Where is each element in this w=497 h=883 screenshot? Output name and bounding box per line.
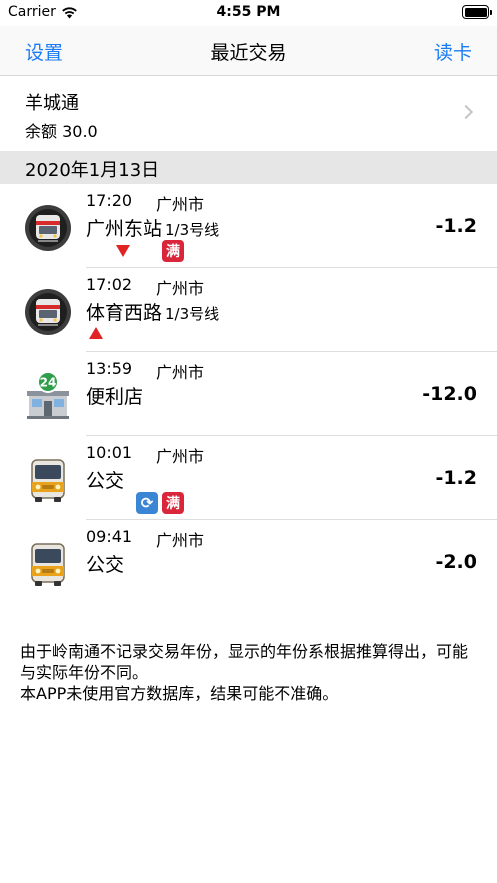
transaction-row[interactable]: 09:41 广州市 公交 -2.0 (0, 520, 497, 604)
bus-icon (23, 539, 73, 589)
disclaimer-line-1: 由于岭南通不记录交易年份，显示的年份系根据推算得出，可能与实际年份不同。 (20, 642, 469, 682)
transaction-row[interactable]: 10:01 广州市 公交 -1.2 ⟳ 满 (0, 436, 497, 520)
transaction-city: 广州市 (156, 195, 205, 214)
transaction-time: 10:01 (86, 443, 133, 462)
transaction-line: 1/3号线 (165, 305, 220, 323)
transaction-list: 17:20 广州市 广州东站 1/3号线 -1.2 满 17:02 广州市 体育… (0, 184, 497, 604)
transaction-title: 便利店 (86, 382, 143, 409)
transaction-time: 17:02 (86, 275, 133, 294)
transaction-amount: -12.0 (422, 383, 477, 405)
full-badge: 满 (162, 492, 184, 514)
page-title: 最近交易 (210, 42, 287, 64)
read-card-button[interactable]: 读卡 (434, 38, 472, 65)
transaction-station: 公交 (86, 470, 125, 492)
transaction-amount: -1.2 (435, 467, 477, 489)
chevron-right-icon (458, 104, 474, 120)
transaction-city: 广州市 (156, 279, 205, 298)
transaction-row[interactable]: 24 13:59 广州市 便利店 -12.0 (0, 352, 497, 436)
status-time: 4:55 PM (216, 4, 281, 20)
section-date-label: 2020年1月13日 (25, 160, 160, 181)
disclaimer-line-2: 本APP未使用官方数据库，结果可能不准确。 (20, 684, 339, 703)
card-summary-row[interactable]: 羊城通 余额 30.0 (0, 77, 497, 151)
section-header-date: 2020年1月13日 (0, 151, 497, 184)
convenience-store-icon: 24 (23, 371, 73, 421)
transaction-city: 广州市 (156, 363, 205, 382)
transaction-station: 广州东站 (86, 218, 163, 240)
transaction-title: 体育西路 1/3号线 (86, 298, 219, 325)
battery-icon (462, 5, 492, 19)
card-name: 羊城通 (25, 93, 79, 114)
disclaimer-note: 由于岭南通不记录交易年份，显示的年份系根据推算得出，可能与实际年份不同。 本AP… (20, 641, 477, 704)
transaction-station: 公交 (86, 554, 125, 576)
transaction-badges: ⟳ 满 (86, 492, 206, 514)
transaction-city: 广州市 (156, 447, 205, 466)
metro-icon (23, 287, 73, 337)
transaction-badges: 满 (86, 240, 206, 262)
store-24-label: 24 (40, 376, 57, 390)
transaction-city: 广州市 (156, 531, 205, 550)
transaction-amount: -1.2 (435, 215, 477, 237)
transfer-icon: ⟳ (136, 492, 158, 514)
transaction-amount: -2.0 (435, 551, 477, 573)
bus-icon (23, 455, 73, 505)
card-balance: 余额 30.0 (25, 122, 98, 141)
exit-arrow-down-icon (116, 245, 130, 257)
transaction-time: 13:59 (86, 359, 133, 378)
transaction-station: 体育西路 (86, 302, 163, 324)
full-badge: 满 (162, 240, 184, 262)
transaction-title: 广州东站 1/3号线 (86, 214, 219, 241)
transaction-badges (86, 324, 206, 344)
status-bar: Carrier 4:55 PM (0, 0, 497, 26)
transaction-time: 17:20 (86, 191, 133, 210)
transaction-title: 公交 (86, 466, 124, 493)
battery-level (464, 7, 487, 17)
transaction-time: 09:41 (86, 527, 133, 546)
metro-icon (23, 203, 73, 253)
transaction-row[interactable]: 17:20 广州市 广州东站 1/3号线 -1.2 满 (0, 184, 497, 268)
entry-arrow-up-icon (89, 327, 103, 339)
transaction-title: 公交 (86, 550, 124, 577)
transaction-line: 1/3号线 (165, 221, 220, 239)
transaction-row[interactable]: 17:02 广州市 体育西路 1/3号线 (0, 268, 497, 352)
transaction-station: 便利店 (86, 386, 144, 408)
navigation-bar: 设置 最近交易 读卡 (0, 26, 497, 76)
